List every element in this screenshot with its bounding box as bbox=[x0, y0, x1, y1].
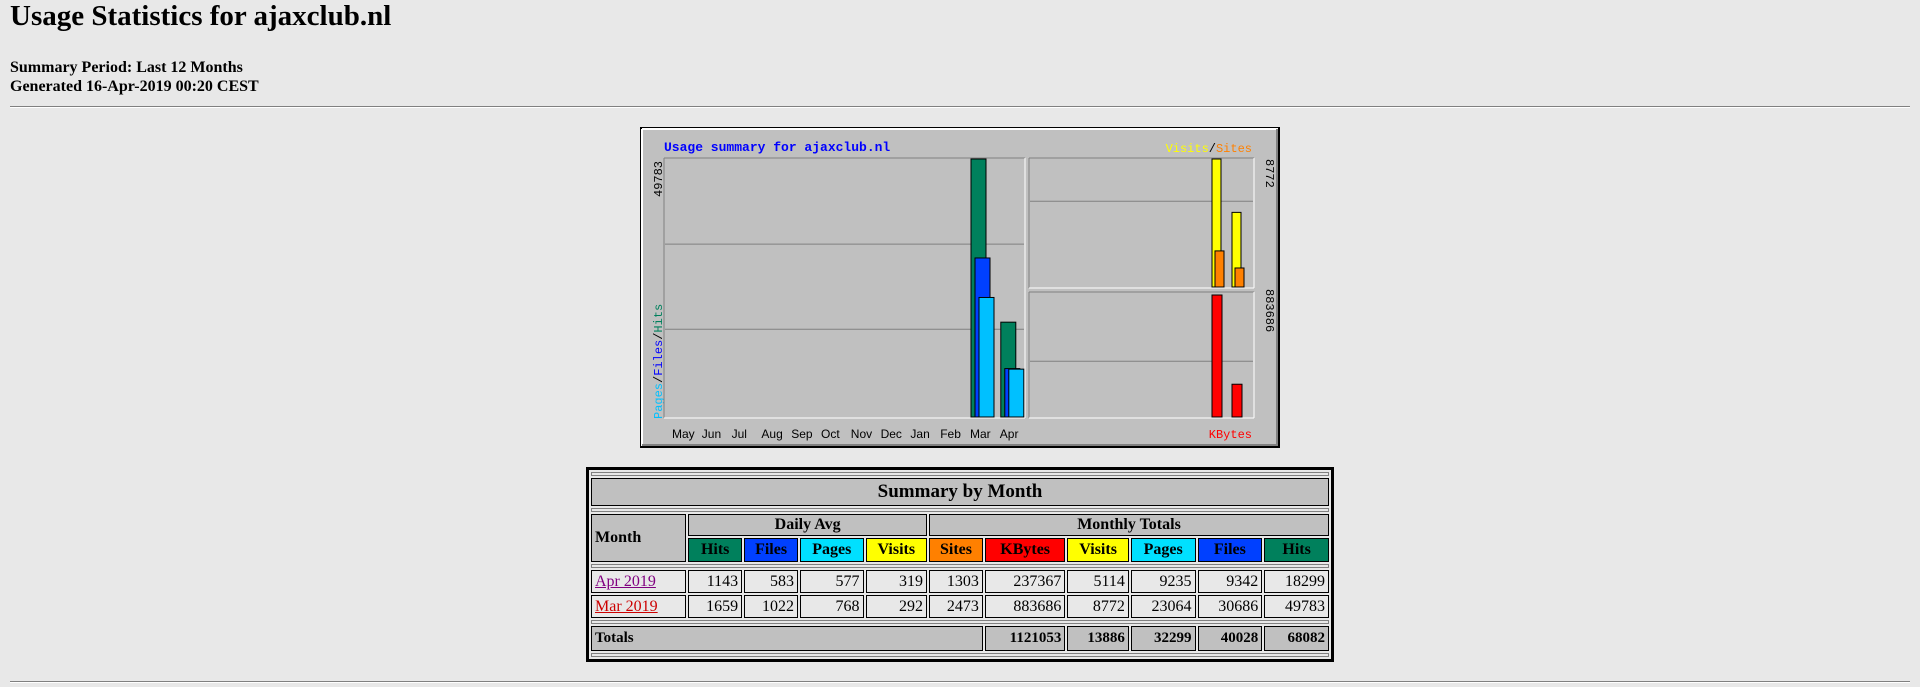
usage-graph-svg: Usage summary for ajaxclub.nl Visits/Sit… bbox=[640, 127, 1280, 448]
table-row: Mar 2019 1659 1022 768 292 2473 883686 8… bbox=[591, 595, 1329, 618]
daily-hits-cell: 1143 bbox=[688, 570, 743, 593]
month-link-apr-2019[interactable]: Apr 2019 bbox=[595, 573, 656, 590]
monthly-files-cell: 9342 bbox=[1197, 570, 1263, 593]
top-divider bbox=[10, 106, 1910, 108]
daily-files-cell: 583 bbox=[744, 570, 799, 593]
daily-visits-cell: 319 bbox=[865, 570, 928, 593]
daily-visits-cell: 292 bbox=[865, 595, 928, 618]
total-hits: 68082 bbox=[1264, 626, 1329, 651]
table-spacer bbox=[591, 653, 1329, 657]
legend-sites: Sites bbox=[1216, 142, 1252, 156]
daily-visits-header: Visits bbox=[865, 538, 928, 562]
month-label-may: May bbox=[672, 427, 695, 441]
totals-row: Totals 1121053 13886 32299 40028 68082 bbox=[591, 626, 1329, 651]
bar-sites-apr bbox=[1234, 267, 1245, 288]
monthly-sites-header: Sites bbox=[929, 538, 983, 562]
page-title: Usage Statistics for ajaxclub.nl bbox=[10, 0, 392, 32]
month-label-dec: Dec bbox=[881, 427, 902, 441]
monthly-sites-cell: 1303 bbox=[929, 570, 983, 593]
monthly-hits-header: Hits bbox=[1264, 538, 1329, 562]
month-link-mar-2019[interactable]: Mar 2019 bbox=[595, 598, 658, 615]
monthly-sites-cell: 2473 bbox=[929, 595, 983, 618]
monthly-kbytes-cell: 883686 bbox=[984, 595, 1066, 618]
bar-kbytes-apr bbox=[1231, 383, 1243, 418]
monthly-pages-cell: 9235 bbox=[1130, 570, 1196, 593]
table-row: Apr 2019 1143 583 577 319 1303 237367 51… bbox=[591, 570, 1329, 593]
totals-label: Totals bbox=[591, 626, 983, 651]
monthly-visits-cell: 8772 bbox=[1067, 595, 1129, 618]
monthly-hits-cell: 49783 bbox=[1264, 595, 1329, 618]
generated-timestamp: Generated 16-Apr-2019 00:20 CEST bbox=[10, 78, 259, 95]
daily-pages-cell: 768 bbox=[800, 595, 864, 618]
daily-avg-header: Daily Avg bbox=[688, 514, 928, 536]
report-meta: Summary Period: Last 12 Months Generated… bbox=[10, 58, 259, 96]
monthly-kbytes-header: KBytes bbox=[984, 538, 1066, 562]
month-label-apr: Apr bbox=[1000, 427, 1019, 441]
right-bottom-axis-max-label: 883686 bbox=[1262, 289, 1276, 332]
bar-pages-mar bbox=[978, 296, 995, 418]
monthly-pages-cell: 23064 bbox=[1130, 595, 1196, 618]
bottom-divider bbox=[10, 681, 1910, 683]
month-cell: Apr 2019 bbox=[591, 570, 687, 593]
legend-sep-visits-sites: / bbox=[1209, 142, 1216, 156]
total-kbytes: 1121053 bbox=[984, 626, 1066, 651]
month-label-jan: Jan bbox=[910, 427, 929, 441]
month-label-jun: Jun bbox=[702, 427, 721, 441]
total-files: 40028 bbox=[1197, 626, 1263, 651]
bar-kbytes-mar bbox=[1211, 294, 1223, 418]
month-label-aug: Aug bbox=[761, 427, 782, 441]
month-label-oct: Oct bbox=[821, 427, 840, 441]
monthly-totals-header: Monthly Totals bbox=[929, 514, 1329, 536]
legend-visits-sites: Visits/Sites bbox=[1166, 142, 1252, 156]
month-label-sep: Sep bbox=[791, 427, 813, 441]
month-cell: Mar 2019 bbox=[591, 595, 687, 618]
daily-hits-cell: 1659 bbox=[688, 595, 743, 618]
monthly-hits-cell: 18299 bbox=[1264, 570, 1329, 593]
monthly-visits-header: Visits bbox=[1067, 538, 1129, 562]
monthly-files-cell: 30686 bbox=[1197, 595, 1263, 618]
table-spacer bbox=[591, 472, 1329, 476]
month-column-header: Month bbox=[591, 514, 687, 562]
usage-summary-graph: Usage summary for ajaxclub.nl Visits/Sit… bbox=[640, 127, 1280, 448]
summary-by-month-table: Summary by Month Month Daily Avg Monthly… bbox=[586, 467, 1334, 662]
total-visits: 13886 bbox=[1067, 626, 1129, 651]
table-spacer bbox=[591, 564, 1329, 568]
month-label-feb: Feb bbox=[940, 427, 961, 441]
legend-visits: Visits bbox=[1166, 142, 1209, 156]
month-label-mar: Mar bbox=[970, 427, 991, 441]
graph-title: Usage summary for ajaxclub.nl bbox=[664, 140, 890, 155]
month-label-nov: Nov bbox=[851, 427, 872, 441]
monthly-files-header: Files bbox=[1197, 538, 1263, 562]
right-top-axis-max-label: 8772 bbox=[1262, 159, 1276, 188]
summary-title: Summary by Month bbox=[591, 478, 1329, 506]
bar-sites-mar bbox=[1214, 250, 1225, 288]
table-spacer bbox=[591, 620, 1329, 624]
total-pages: 32299 bbox=[1130, 626, 1196, 651]
daily-pages-header: Pages bbox=[800, 538, 864, 562]
month-label-jul: Jul bbox=[732, 427, 747, 441]
summary-period: Summary Period: Last 12 Months bbox=[10, 59, 243, 76]
bar-pages-apr bbox=[1008, 368, 1025, 418]
legend-kbytes: KBytes bbox=[1209, 428, 1252, 442]
daily-hits-header: Hits bbox=[688, 538, 743, 562]
monthly-pages-header: Pages bbox=[1130, 538, 1196, 562]
daily-pages-cell: 577 bbox=[800, 570, 864, 593]
table-spacer bbox=[591, 508, 1329, 512]
monthly-visits-cell: 5114 bbox=[1067, 570, 1129, 593]
monthly-kbytes-cell: 237367 bbox=[984, 570, 1066, 593]
daily-files-cell: 1022 bbox=[744, 595, 799, 618]
daily-files-header: Files bbox=[744, 538, 799, 562]
